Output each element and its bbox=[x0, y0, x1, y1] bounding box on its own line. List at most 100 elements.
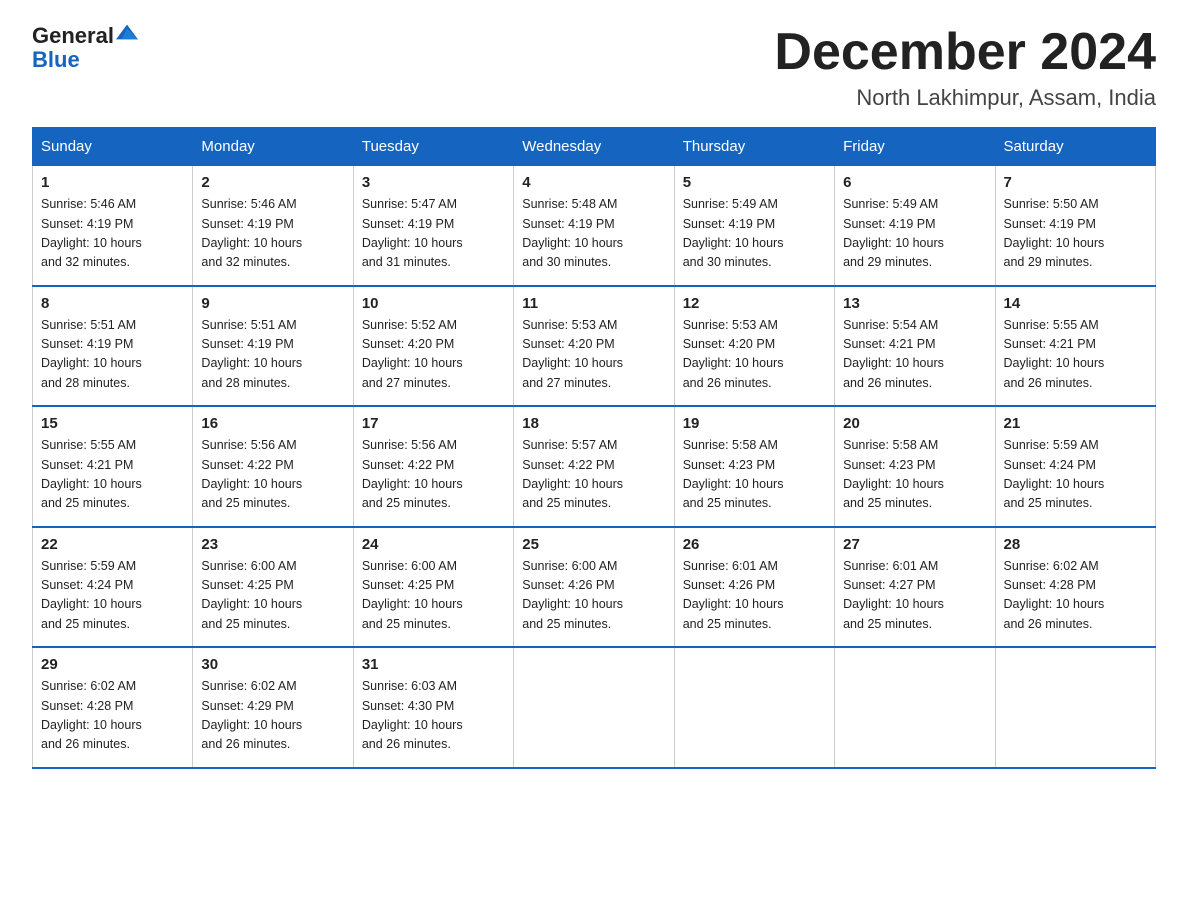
calendar-day-cell: 16 Sunrise: 5:56 AM Sunset: 4:22 PM Dayli… bbox=[193, 406, 353, 527]
day-info: Sunrise: 5:59 AM Sunset: 4:24 PM Dayligh… bbox=[41, 557, 184, 635]
calendar-day-cell: 20Sunrise: 5:58 AM Sunset: 4:23 PM Dayli… bbox=[835, 406, 995, 527]
day-info: Sunrise: 5:55 AM Sunset: 4:21 PM Dayligh… bbox=[41, 436, 184, 514]
day-info: Sunrise: 5:58 AM Sunset: 4:23 PM Dayligh… bbox=[683, 436, 826, 514]
header-day-saturday: Saturday bbox=[995, 128, 1155, 166]
calendar-day-cell bbox=[995, 647, 1155, 768]
day-number: 4 bbox=[522, 174, 665, 191]
calendar-week-row: 22 Sunrise: 5:59 AM Sunset: 4:24 PM Dayli… bbox=[33, 527, 1156, 648]
day-info: Sunrise: 6:02 AM Sunset: 4:28 PM Dayligh… bbox=[41, 677, 184, 755]
day-info: Sunrise: 5:47 AM Sunset: 4:19 PM Dayligh… bbox=[362, 195, 505, 273]
calendar-day-cell: 25 Sunrise: 6:00 AM Sunset: 4:26 PM Dayli… bbox=[514, 527, 674, 648]
day-info: Sunrise: 5:46 AM Sunset: 4:19 PM Dayligh… bbox=[41, 195, 184, 273]
calendar-week-row: 29Sunrise: 6:02 AM Sunset: 4:28 PM Dayli… bbox=[33, 647, 1156, 768]
header-day-sunday: Sunday bbox=[33, 128, 193, 166]
day-info: Sunrise: 5:50 AM Sunset: 4:19 PM Dayligh… bbox=[1004, 195, 1147, 273]
calendar-week-row: 15 Sunrise: 5:55 AM Sunset: 4:21 PM Dayli… bbox=[33, 406, 1156, 527]
day-number: 8 bbox=[41, 295, 184, 312]
logo-blue: Blue bbox=[32, 47, 80, 72]
calendar-day-cell: 2 Sunrise: 5:46 AM Sunset: 4:19 PM Daylig… bbox=[193, 166, 353, 286]
day-number: 3 bbox=[362, 174, 505, 191]
day-number: 26 bbox=[683, 536, 826, 553]
calendar-day-cell: 29Sunrise: 6:02 AM Sunset: 4:28 PM Dayli… bbox=[33, 647, 193, 768]
logo: General Blue bbox=[32, 24, 138, 72]
day-info: Sunrise: 5:57 AM Sunset: 4:22 PM Dayligh… bbox=[522, 436, 665, 514]
day-number: 2 bbox=[201, 174, 344, 191]
calendar-day-cell: 17Sunrise: 5:56 AM Sunset: 4:22 PM Dayli… bbox=[353, 406, 513, 527]
title-area: December 2024 North Lakhimpur, Assam, In… bbox=[774, 24, 1156, 111]
day-number: 30 bbox=[201, 656, 344, 673]
calendar-day-cell: 8Sunrise: 5:51 AM Sunset: 4:19 PM Daylig… bbox=[33, 286, 193, 407]
day-number: 5 bbox=[683, 174, 826, 191]
calendar-day-cell: 1 Sunrise: 5:46 AM Sunset: 4:19 PM Daylig… bbox=[33, 166, 193, 286]
day-info: Sunrise: 5:48 AM Sunset: 4:19 PM Dayligh… bbox=[522, 195, 665, 273]
day-number: 14 bbox=[1004, 295, 1147, 312]
calendar-day-cell: 19Sunrise: 5:58 AM Sunset: 4:23 PM Dayli… bbox=[674, 406, 834, 527]
calendar-day-cell: 23 Sunrise: 6:00 AM Sunset: 4:25 PM Dayli… bbox=[193, 527, 353, 648]
calendar-day-cell: 24 Sunrise: 6:00 AM Sunset: 4:25 PM Dayli… bbox=[353, 527, 513, 648]
day-number: 6 bbox=[843, 174, 986, 191]
calendar-day-cell: 14 Sunrise: 5:55 AM Sunset: 4:21 PM Dayli… bbox=[995, 286, 1155, 407]
header-day-wednesday: Wednesday bbox=[514, 128, 674, 166]
day-info: Sunrise: 6:02 AM Sunset: 4:29 PM Dayligh… bbox=[201, 677, 344, 755]
day-info: Sunrise: 5:56 AM Sunset: 4:22 PM Dayligh… bbox=[201, 436, 344, 514]
calendar-day-cell: 26 Sunrise: 6:01 AM Sunset: 4:26 PM Dayli… bbox=[674, 527, 834, 648]
day-info: Sunrise: 5:49 AM Sunset: 4:19 PM Dayligh… bbox=[683, 195, 826, 273]
header-day-thursday: Thursday bbox=[674, 128, 834, 166]
day-number: 22 bbox=[41, 536, 184, 553]
calendar-day-cell: 22 Sunrise: 5:59 AM Sunset: 4:24 PM Dayli… bbox=[33, 527, 193, 648]
day-number: 24 bbox=[362, 536, 505, 553]
day-number: 20 bbox=[843, 415, 986, 432]
calendar-day-cell: 7Sunrise: 5:50 AM Sunset: 4:19 PM Daylig… bbox=[995, 166, 1155, 286]
day-number: 28 bbox=[1004, 536, 1147, 553]
day-info: Sunrise: 5:51 AM Sunset: 4:19 PM Dayligh… bbox=[201, 316, 344, 394]
calendar-header-row: SundayMondayTuesdayWednesdayThursdayFrid… bbox=[33, 128, 1156, 166]
day-number: 25 bbox=[522, 536, 665, 553]
day-info: Sunrise: 5:53 AM Sunset: 4:20 PM Dayligh… bbox=[522, 316, 665, 394]
day-number: 31 bbox=[362, 656, 505, 673]
logo-icon bbox=[116, 21, 138, 43]
day-number: 21 bbox=[1004, 415, 1147, 432]
location-subtitle: North Lakhimpur, Assam, India bbox=[774, 85, 1156, 111]
day-number: 15 bbox=[41, 415, 184, 432]
day-number: 16 bbox=[201, 415, 344, 432]
day-number: 23 bbox=[201, 536, 344, 553]
day-info: Sunrise: 5:54 AM Sunset: 4:21 PM Dayligh… bbox=[843, 316, 986, 394]
calendar-day-cell: 3 Sunrise: 5:47 AM Sunset: 4:19 PM Daylig… bbox=[353, 166, 513, 286]
day-info: Sunrise: 6:00 AM Sunset: 4:25 PM Dayligh… bbox=[362, 557, 505, 635]
day-number: 27 bbox=[843, 536, 986, 553]
day-number: 12 bbox=[683, 295, 826, 312]
header-day-monday: Monday bbox=[193, 128, 353, 166]
day-info: Sunrise: 5:52 AM Sunset: 4:20 PM Dayligh… bbox=[362, 316, 505, 394]
day-info: Sunrise: 6:01 AM Sunset: 4:26 PM Dayligh… bbox=[683, 557, 826, 635]
day-number: 11 bbox=[522, 295, 665, 312]
header-day-friday: Friday bbox=[835, 128, 995, 166]
day-number: 1 bbox=[41, 174, 184, 191]
calendar-day-cell: 12Sunrise: 5:53 AM Sunset: 4:20 PM Dayli… bbox=[674, 286, 834, 407]
calendar-day-cell: 6 Sunrise: 5:49 AM Sunset: 4:19 PM Daylig… bbox=[835, 166, 995, 286]
calendar-day-cell: 4 Sunrise: 5:48 AM Sunset: 4:19 PM Daylig… bbox=[514, 166, 674, 286]
day-number: 18 bbox=[522, 415, 665, 432]
day-info: Sunrise: 6:00 AM Sunset: 4:25 PM Dayligh… bbox=[201, 557, 344, 635]
calendar-day-cell: 21Sunrise: 5:59 AM Sunset: 4:24 PM Dayli… bbox=[995, 406, 1155, 527]
calendar-table: SundayMondayTuesdayWednesdayThursdayFrid… bbox=[32, 127, 1156, 769]
calendar-day-cell: 15 Sunrise: 5:55 AM Sunset: 4:21 PM Dayli… bbox=[33, 406, 193, 527]
logo-general: General bbox=[32, 24, 114, 48]
day-info: Sunrise: 5:55 AM Sunset: 4:21 PM Dayligh… bbox=[1004, 316, 1147, 394]
page-header: General Blue December 2024 North Lakhimp… bbox=[32, 24, 1156, 111]
day-info: Sunrise: 5:56 AM Sunset: 4:22 PM Dayligh… bbox=[362, 436, 505, 514]
day-info: Sunrise: 6:01 AM Sunset: 4:27 PM Dayligh… bbox=[843, 557, 986, 635]
day-info: Sunrise: 6:03 AM Sunset: 4:30 PM Dayligh… bbox=[362, 677, 505, 755]
calendar-day-cell: 30 Sunrise: 6:02 AM Sunset: 4:29 PM Dayli… bbox=[193, 647, 353, 768]
day-info: Sunrise: 5:49 AM Sunset: 4:19 PM Dayligh… bbox=[843, 195, 986, 273]
calendar-day-cell: 31 Sunrise: 6:03 AM Sunset: 4:30 PM Dayli… bbox=[353, 647, 513, 768]
header-day-tuesday: Tuesday bbox=[353, 128, 513, 166]
day-number: 10 bbox=[362, 295, 505, 312]
day-info: Sunrise: 6:02 AM Sunset: 4:28 PM Dayligh… bbox=[1004, 557, 1147, 635]
calendar-day-cell: 5 Sunrise: 5:49 AM Sunset: 4:19 PM Daylig… bbox=[674, 166, 834, 286]
calendar-day-cell: 9Sunrise: 5:51 AM Sunset: 4:19 PM Daylig… bbox=[193, 286, 353, 407]
day-info: Sunrise: 6:00 AM Sunset: 4:26 PM Dayligh… bbox=[522, 557, 665, 635]
calendar-day-cell: 28 Sunrise: 6:02 AM Sunset: 4:28 PM Dayli… bbox=[995, 527, 1155, 648]
day-info: Sunrise: 5:46 AM Sunset: 4:19 PM Dayligh… bbox=[201, 195, 344, 273]
calendar-day-cell: 27 Sunrise: 6:01 AM Sunset: 4:27 PM Dayli… bbox=[835, 527, 995, 648]
logo-text: General Blue bbox=[32, 24, 138, 72]
